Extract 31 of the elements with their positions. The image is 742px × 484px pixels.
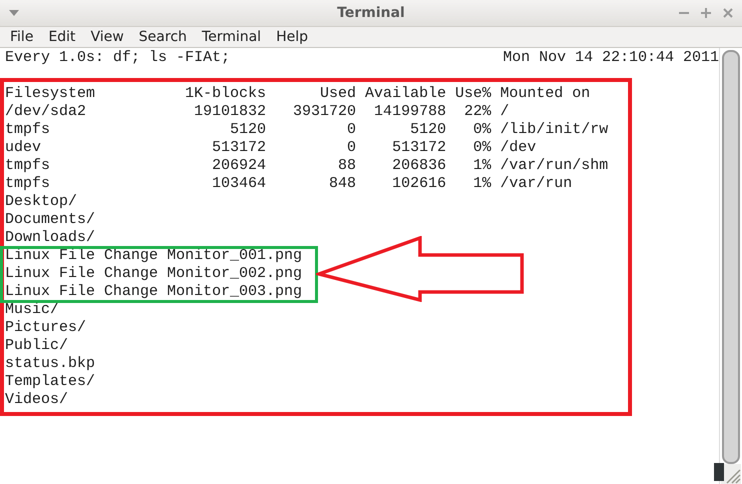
output-line: status.bkp [5,355,96,373]
output-line: tmpfs 206924 88 206836 1% /var/run/shm [5,157,610,175]
output-line: Documents/ [5,211,96,229]
timestamp-text: Mon Nov 14 22:10:44 2011 [502,49,719,67]
window-menu-icon[interactable] [8,9,20,17]
output-line: Filesystem 1K-blocks Used Available Use% Mounted on [5,85,592,103]
output-line: udev 513172 0 513172 0% /dev [5,139,538,157]
output-line: Linux File Change Monitor_003.png [5,283,304,301]
maximize-icon[interactable] [700,5,712,19]
output-line: Linux File Change Monitor_002.png [5,265,304,283]
scrollbar[interactable] [719,48,742,484]
output-line: Pictures/ [5,319,88,337]
output-line: Downloads/ [5,229,96,247]
command-text: Every 1.0s: df; ls -FIAt; [5,49,230,67]
output-line: Public/ [5,337,70,355]
menu-item[interactable]: Help [268,29,315,45]
menu-item[interactable]: File [2,29,40,45]
scrollbar-thumb[interactable] [722,50,740,464]
output-line: Music/ [5,301,60,319]
output-line: Templates/ [5,373,96,391]
menu-item[interactable]: View [82,29,131,45]
output-line: /dev/sda2 19101832 3931720 14199788 22% / [5,103,510,121]
output-line: Videos/ [5,391,70,409]
menu-item[interactable]: Terminal [194,29,268,45]
output-line: tmpfs 5120 0 5120 0% /lib/init/rw [5,121,610,139]
output-line: tmpfs 103464 848 102616 1% /var/run [5,175,574,193]
text-cursor [714,463,724,481]
window-title: Terminal [337,5,405,21]
menu-item[interactable]: Search [130,29,194,45]
output-line: Desktop/ [5,193,78,211]
menu-item[interactable]: Edit [40,29,83,45]
